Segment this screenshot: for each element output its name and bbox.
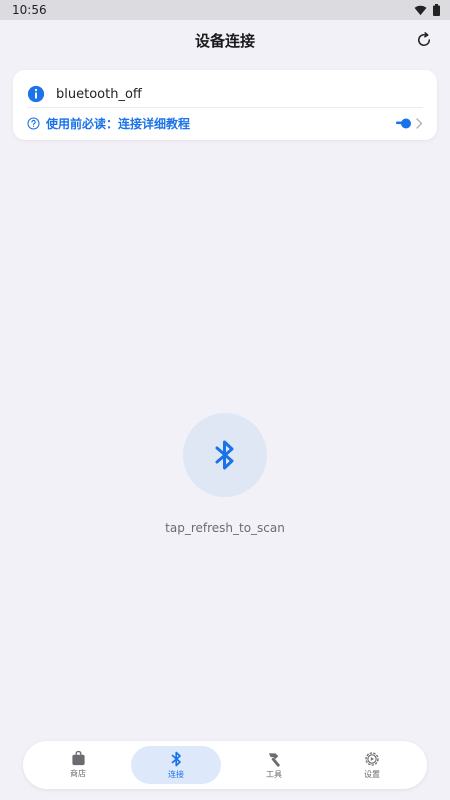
nav-item-store[interactable]: 商店 — [33, 746, 123, 784]
nav-label-store: 商店 — [70, 769, 86, 778]
settings-gear-icon — [365, 751, 379, 766]
empty-state: tap_refresh_to_scan — [0, 413, 450, 535]
nav-label-tools: 工具 — [266, 769, 282, 779]
scan-hint-text: tap_refresh_to_scan — [165, 521, 285, 535]
refresh-icon — [418, 32, 431, 46]
device-connection-screen: 10:56 设备连接 bluetooth_off 使用前必读：连接详细教程 ta… — [0, 0, 450, 800]
status-bar: 10:56 — [0, 0, 450, 20]
status-icons — [414, 4, 440, 16]
nav-item-connect[interactable]: 连接 — [131, 746, 221, 784]
nav-label-connect: 连接 — [168, 769, 184, 779]
bluetooth-status-card: bluetooth_off 使用前必读：连接详细教程 — [13, 70, 437, 140]
nav-item-settings[interactable]: 设置 — [327, 746, 417, 784]
divider — [27, 107, 423, 108]
bluetooth-status-message: bluetooth_off — [56, 86, 142, 102]
bluetooth-scan-indicator — [183, 413, 267, 497]
tutorial-link[interactable]: 使用前必读：连接详细教程 — [27, 110, 423, 136]
nav-label-settings: 设置 — [364, 769, 380, 779]
help-circle-icon — [27, 116, 40, 130]
status-time: 10:56 — [12, 3, 47, 17]
hammer-icon — [268, 752, 280, 767]
pointing-hand-icon — [396, 118, 411, 129]
battery-icon — [433, 4, 440, 16]
refresh-button[interactable] — [412, 28, 436, 52]
chevron-right-icon — [416, 117, 423, 129]
bluetooth-icon — [215, 440, 234, 470]
bluetooth-status-row: bluetooth_off — [27, 80, 423, 108]
tutorial-link-trailing — [396, 117, 423, 129]
nav-item-tools[interactable]: 工具 — [229, 746, 319, 784]
header: 设备连接 — [0, 20, 450, 60]
tutorial-link-label: 使用前必读：连接详细教程 — [46, 116, 191, 131]
bottom-navigation: 商店 连接 工具 设置 — [23, 741, 427, 789]
info-icon — [27, 85, 45, 103]
page-title: 设备连接 — [194, 31, 255, 50]
bluetooth-icon — [171, 751, 181, 766]
wifi-icon — [414, 5, 427, 15]
store-bag-icon — [71, 751, 85, 766]
